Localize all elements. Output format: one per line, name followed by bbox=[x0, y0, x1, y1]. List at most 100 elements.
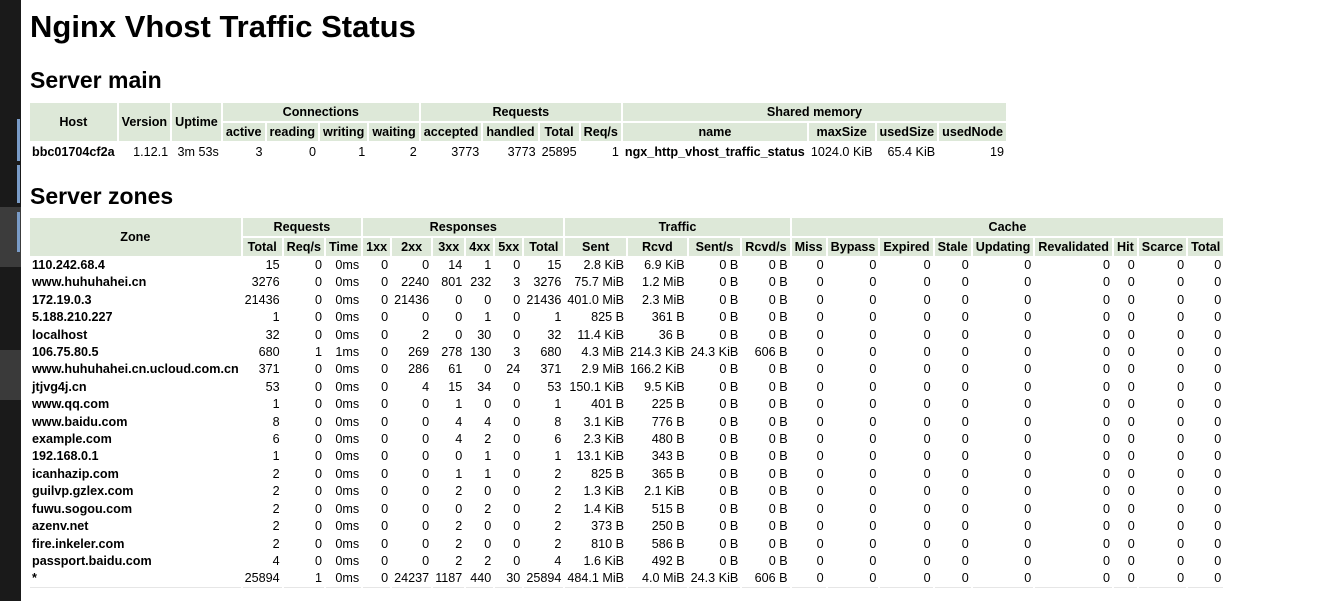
table-cell: 0 bbox=[816, 258, 824, 272]
table-cell: 825 B bbox=[591, 466, 625, 481]
zone-cell: * bbox=[30, 571, 241, 588]
table-cell: 21436 bbox=[394, 292, 430, 307]
table-cell: 0 bbox=[961, 501, 969, 516]
table-cell: 1 bbox=[314, 345, 322, 360]
table-cell: 0 bbox=[1214, 553, 1222, 568]
table-cell: 0 bbox=[923, 310, 931, 325]
column-header: Rcvd/s bbox=[742, 238, 790, 256]
table-cell: 1 bbox=[554, 397, 562, 412]
table-cell: 0 bbox=[816, 275, 824, 290]
table-cell: 0 bbox=[1127, 432, 1135, 447]
table-cell: 0 bbox=[1214, 275, 1222, 290]
table-cell: 150.1 KiB bbox=[569, 379, 625, 394]
table-cell: 11.4 KiB bbox=[577, 327, 625, 342]
table-cell: 2 bbox=[455, 484, 463, 499]
table-cell: 0 bbox=[961, 466, 969, 481]
table-cell: 0 bbox=[961, 397, 969, 412]
table-cell: 24237 bbox=[392, 571, 432, 588]
table-cell: 1.3 KiB bbox=[583, 484, 625, 499]
table-cell: 2 bbox=[272, 519, 280, 534]
table-row: jtjvg4j.cn 53 0 0ms 0 4 15 34 0 53 150.1 KiB 9.5 Ki… bbox=[30, 380, 1223, 395]
table-cell: 6.9 KiB bbox=[644, 258, 685, 272]
table-cell: 1 bbox=[272, 449, 280, 464]
table-cell: 4 bbox=[422, 379, 430, 394]
table-cell: 0 bbox=[1214, 397, 1222, 412]
table-row: www.qq.com 1 0 0ms 0 0 1 0 0 1 401 B 225 B 0 B 0 B 0 0 0… bbox=[30, 397, 1223, 412]
table-cell: 0 bbox=[1177, 519, 1185, 534]
table-cell: 0 bbox=[791, 571, 826, 588]
table-cell: 15 bbox=[448, 379, 463, 394]
table-cell: 0 B bbox=[719, 310, 739, 325]
table-cell: 0 bbox=[1177, 553, 1185, 568]
table-cell: 0 bbox=[314, 275, 322, 290]
table-row: 106.75.80.5 680 1 1ms 0 269 278 130 3 680 4.3 MiB 2… bbox=[30, 345, 1223, 360]
column-header: Hit bbox=[1114, 238, 1137, 256]
table-cell: 0 bbox=[869, 432, 877, 447]
table-cell: 0 bbox=[513, 536, 521, 551]
table-cell: 0 bbox=[1024, 484, 1032, 499]
page-title: Nginx Vhost Traffic Status bbox=[30, 9, 416, 44]
table-cell: 32 bbox=[265, 327, 280, 342]
table-cell: 0 B bbox=[768, 414, 788, 429]
column-header: Total bbox=[1188, 238, 1224, 256]
table-cell: 0 bbox=[381, 484, 389, 499]
table-cell: 0 B bbox=[719, 397, 739, 412]
table-cell: 2 bbox=[455, 519, 463, 534]
table-cell: 24 bbox=[506, 362, 521, 377]
table-cell: 6 bbox=[554, 432, 562, 447]
table-cell: 0 bbox=[484, 484, 492, 499]
table-cell: 0 bbox=[381, 519, 389, 534]
table-cell: 0 bbox=[1127, 379, 1135, 394]
table-row: guilvp.gzlex.com 2 0 0ms 0 0 2 0 0 2 1.3 KiB 2.1 Ki… bbox=[30, 484, 1223, 499]
table-cell: 0ms bbox=[335, 362, 360, 377]
table-cell: 0 B bbox=[719, 519, 739, 534]
table-cell: 214.3 KiB bbox=[630, 345, 685, 360]
zone-cell: fire.inkeler.com bbox=[32, 536, 125, 551]
table-cell: 0 bbox=[381, 345, 389, 360]
table-cell: 30 bbox=[495, 571, 523, 588]
table-cell: 0 bbox=[1138, 571, 1187, 588]
table-cell: 2 bbox=[554, 466, 562, 481]
table-cell: 1.4 KiB bbox=[583, 501, 625, 516]
table-cell: 0 bbox=[816, 397, 824, 412]
table-cell: 1187 bbox=[433, 571, 465, 588]
table-cell: 0 bbox=[869, 310, 877, 325]
table-cell: 0 bbox=[1102, 553, 1110, 568]
table-cell: 0 bbox=[961, 327, 969, 342]
table-cell: 0 bbox=[1127, 310, 1135, 325]
table-cell: 13.1 KiB bbox=[576, 449, 625, 464]
table-cell: 0 bbox=[1102, 519, 1110, 534]
table-cell: 36 B bbox=[658, 327, 685, 342]
table-cell: 0ms bbox=[335, 310, 360, 325]
table-cell: 0 bbox=[923, 258, 931, 272]
table-cell: 0 bbox=[314, 414, 322, 429]
table-row: example.com 6 0 0ms 0 0 4 2 0 6 2.3 KiB 480 B 0 B 0 B… bbox=[30, 432, 1223, 447]
table-cell: 0 bbox=[816, 466, 824, 481]
table-cell: 680 bbox=[540, 345, 562, 360]
table-cell: 1 bbox=[272, 397, 280, 412]
table-cell: 34 bbox=[477, 379, 492, 394]
table-cell: 0 bbox=[923, 466, 931, 481]
zone-cell: 110.242.68.4 bbox=[32, 258, 105, 272]
zone-cell: 192.168.0.1 bbox=[32, 449, 99, 464]
table-cell: 0 bbox=[1102, 501, 1110, 516]
table-cell: 0 bbox=[513, 397, 521, 412]
table-cell: 0 bbox=[923, 345, 931, 360]
column-header: 4xx bbox=[466, 238, 494, 256]
table-cell: 0 bbox=[1024, 519, 1032, 534]
table-cell: 0 bbox=[816, 292, 824, 307]
table-cell: 0 bbox=[314, 466, 322, 481]
table-cell: 0 B bbox=[719, 362, 739, 377]
table-cell: 0 bbox=[484, 536, 492, 551]
table-cell: 0 bbox=[961, 362, 969, 377]
table-cell: 0 bbox=[1024, 449, 1032, 464]
table-cell: 0 B bbox=[768, 362, 788, 377]
table-cell: 1 bbox=[283, 571, 324, 588]
table-cell: 361 B bbox=[651, 310, 685, 325]
table-cell: 0 bbox=[513, 501, 521, 516]
left-accent-marker bbox=[17, 165, 20, 203]
table-cell: 0 bbox=[1177, 536, 1185, 551]
table-cell: 130 bbox=[470, 345, 492, 360]
server-main-heading: Server main bbox=[30, 67, 162, 93]
group-header: Connections bbox=[222, 103, 419, 121]
